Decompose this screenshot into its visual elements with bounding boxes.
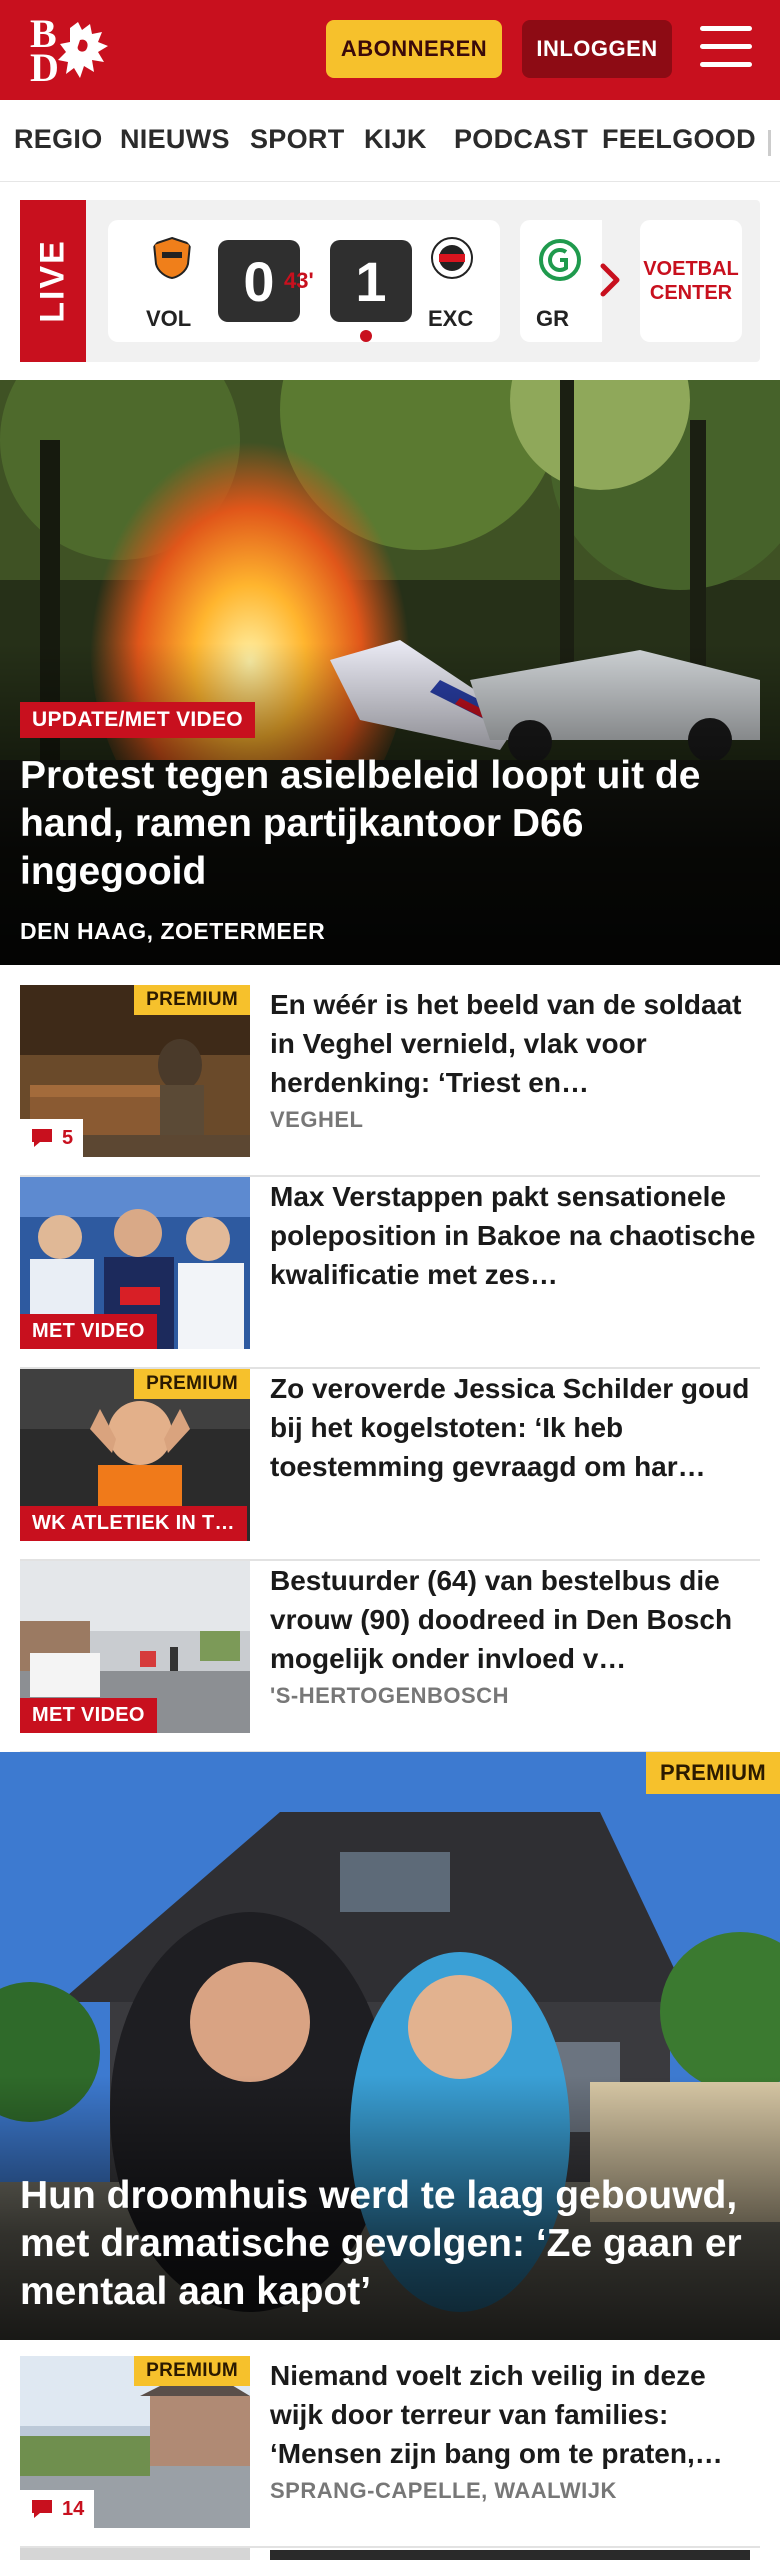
logo-letter-d: D bbox=[30, 45, 59, 90]
article-thumbnail: MET VIDEO bbox=[20, 1561, 250, 1733]
list-item[interactable]: PREMIUM 5 En wéér is het beeld van de so… bbox=[20, 985, 760, 1177]
home-team-logo-icon bbox=[152, 236, 192, 280]
away-team-logo-icon bbox=[431, 237, 473, 279]
lion-icon bbox=[58, 22, 108, 78]
live-score-bar: LIVE VOL 0 43' 1 EXC GR VOETBAL CENTER bbox=[0, 182, 780, 380]
list-item[interactable]: PREMIUM 14 Niemand voelt zich veilig in … bbox=[20, 2356, 760, 2548]
nav-item-feelgood[interactable]: FEELGOOD bbox=[602, 124, 756, 155]
home-team-abbr: VOL bbox=[146, 306, 192, 331]
live-label: LIVE bbox=[33, 239, 72, 323]
goal-indicator bbox=[360, 330, 372, 342]
site-header: B D ABONNEREN INLOGGEN bbox=[0, 0, 780, 100]
article-title[interactable]: En wéér is het beeld van de soldaat in V… bbox=[270, 985, 760, 1102]
premium-badge: PREMIUM bbox=[134, 2356, 250, 2386]
premium-badge: PREMIUM bbox=[646, 1752, 780, 1794]
article-location: 'S-HERTOGENBOSCH bbox=[270, 1683, 509, 1708]
comment-count: 14 bbox=[62, 2497, 85, 2520]
live-tag: LIVE bbox=[20, 200, 86, 362]
article-thumbnail: MET VIDEO bbox=[20, 1177, 250, 1349]
nav-item-kijk[interactable]: KIJK bbox=[364, 124, 427, 155]
match-minute: 43' bbox=[284, 268, 314, 293]
nav-item-podcast[interactable]: PODCAST bbox=[454, 124, 588, 155]
comment-icon bbox=[32, 2500, 52, 2518]
article-location: SPRANG-CAPELLE, WAALWIJK bbox=[270, 2478, 617, 2503]
nav-divider bbox=[768, 130, 771, 156]
next-article-title-peek bbox=[270, 2550, 750, 2560]
next-team-logo-icon bbox=[539, 239, 581, 281]
subscribe-button[interactable]: ABONNEREN bbox=[326, 20, 502, 78]
next-article-thumbnail-peek bbox=[20, 2548, 250, 2560]
nav-item-sport[interactable]: SPORT bbox=[250, 124, 345, 155]
hero-location: DEN HAAG, ZOETERMEER bbox=[20, 918, 326, 944]
article-title[interactable]: Niemand voelt zich veilig in deze wijk d… bbox=[270, 2356, 760, 2473]
feature-article[interactable]: PREMIUM Hun droomhuis werd te laag gebou… bbox=[0, 1752, 780, 2340]
hero-article[interactable]: UPDATE/MET VIDEO Protest tegen asielbele… bbox=[0, 380, 780, 965]
away-team-abbr: EXC bbox=[428, 306, 474, 331]
article-thumbnail: PREMIUM 14 bbox=[20, 2356, 250, 2528]
comment-icon bbox=[32, 1129, 52, 1147]
nav-item-nieuws[interactable]: NIEUWS bbox=[120, 124, 230, 155]
video-badge: MET VIDEO bbox=[20, 1698, 157, 1733]
next-team-abbr: GR bbox=[536, 306, 569, 331]
away-score: 1 bbox=[330, 240, 412, 322]
comment-count: 5 bbox=[62, 1126, 74, 1149]
live-panel: LIVE VOL 0 43' 1 EXC GR VOETBAL CENTER bbox=[20, 200, 760, 362]
article-title[interactable]: Max Verstappen pakt sensatione­le polepo… bbox=[270, 1177, 760, 1294]
article-title[interactable]: Zo veroverde Jessica Schilder goud bij h… bbox=[270, 1369, 760, 1486]
article-title[interactable]: Bestuurder (64) van bestelbus die vrouw … bbox=[270, 1561, 760, 1678]
list-item[interactable]: MET VIDEO Max Verstappen pakt sensatione… bbox=[20, 1177, 760, 1369]
comment-count-badge[interactable]: 14 bbox=[20, 2490, 95, 2528]
article-thumbnail: PREMIUM 5 bbox=[20, 985, 250, 1157]
article-location: VEGHEL bbox=[270, 1107, 364, 1132]
video-badge: MET VIDEO bbox=[20, 1314, 157, 1349]
nav-item-regio[interactable]: REGIO bbox=[14, 124, 103, 155]
voetbal-center-link[interactable]: VOETBAL CENTER bbox=[640, 220, 742, 342]
list-item[interactable]: MET VIDEO Bestuurder (64) van bestelbus … bbox=[20, 1561, 760, 1753]
bd-logo[interactable]: B D bbox=[26, 14, 116, 90]
premium-badge: PREMIUM bbox=[134, 985, 250, 1015]
login-button[interactable]: INLOGGEN bbox=[522, 20, 672, 78]
list-item[interactable]: PREMIUM WK ATLETIEK IN T… Zo veroverde J… bbox=[20, 1369, 760, 1561]
comment-count-badge[interactable]: 5 bbox=[20, 1119, 84, 1157]
premium-badge: PREMIUM bbox=[134, 1369, 250, 1399]
hero-title[interactable]: Protest tegen asielbeleid loopt uit de h… bbox=[20, 752, 760, 896]
feature-title[interactable]: Hun droomhuis werd te laag gebouwd, met … bbox=[20, 2172, 765, 2316]
match-card[interactable]: VOL 0 43' 1 EXC bbox=[108, 220, 500, 342]
article-thumbnail: PREMIUM WK ATLETIEK IN T… bbox=[20, 1369, 250, 1541]
section-nav: REGIO NIEUWS SPORT KIJK PODCAST FEELGOOD bbox=[0, 100, 780, 182]
section-tag: WK ATLETIEK IN T… bbox=[20, 1506, 247, 1541]
menu-icon[interactable] bbox=[700, 26, 752, 72]
chevron-right-icon[interactable] bbox=[590, 260, 630, 300]
hero-label: UPDATE/MET VIDEO bbox=[20, 702, 255, 738]
